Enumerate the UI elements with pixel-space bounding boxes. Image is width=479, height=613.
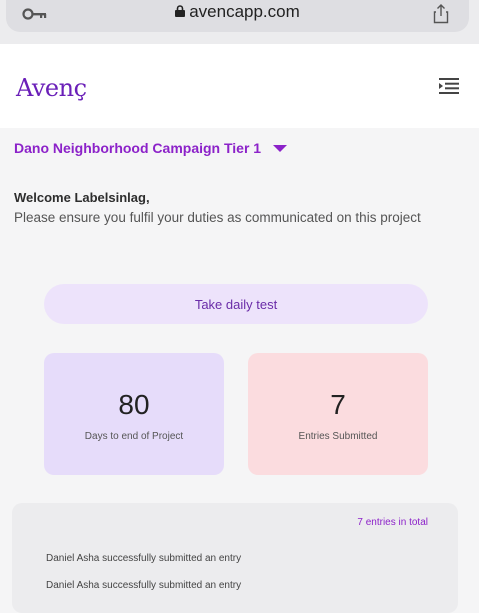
lock-icon xyxy=(175,5,186,17)
url-text: avencapp.com xyxy=(189,2,300,21)
list-item: Daniel Asha successfully submitted an en… xyxy=(46,580,242,591)
entries-submitted-label: Entries Submitted xyxy=(298,431,378,442)
entries-submitted-card: 7 Entries Submitted xyxy=(248,353,428,475)
campaign-title: Dano Neighborhood Campaign Tier 1 xyxy=(14,140,262,156)
menu-icon[interactable] xyxy=(439,78,459,94)
address-bar[interactable]: avencapp.com xyxy=(6,0,469,32)
browser-toolbar: avencapp.com xyxy=(0,0,479,44)
url-display[interactable]: avencapp.com xyxy=(6,2,469,22)
entries-submitted-value: 7 xyxy=(330,389,346,420)
welcome-greeting: Welcome Labelsinlag, xyxy=(14,190,150,205)
activity-panel: 7 entries in total Daniel Asha successfu… xyxy=(12,503,458,613)
days-remaining-label: Days to end of Project xyxy=(84,431,184,442)
list-item: Daniel Asha successfully submitted an en… xyxy=(46,553,242,564)
campaign-selector[interactable]: Dano Neighborhood Campaign Tier 1 xyxy=(14,140,288,156)
activity-list: Daniel Asha successfully submitted an en… xyxy=(46,553,241,607)
welcome-message: Please ensure you fulfil your duties as … xyxy=(14,210,421,225)
take-daily-test-button[interactable]: Take daily test xyxy=(44,284,428,324)
caret-down-icon xyxy=(273,144,288,152)
share-icon[interactable] xyxy=(433,4,449,24)
app-header: Avenç xyxy=(0,44,479,128)
brand-logo[interactable]: Avenç xyxy=(16,74,87,102)
entries-total-link[interactable]: 7 entries in total xyxy=(357,517,428,528)
days-remaining-value: 80 xyxy=(118,389,150,420)
days-remaining-card: 80 Days to end of Project xyxy=(44,353,224,475)
